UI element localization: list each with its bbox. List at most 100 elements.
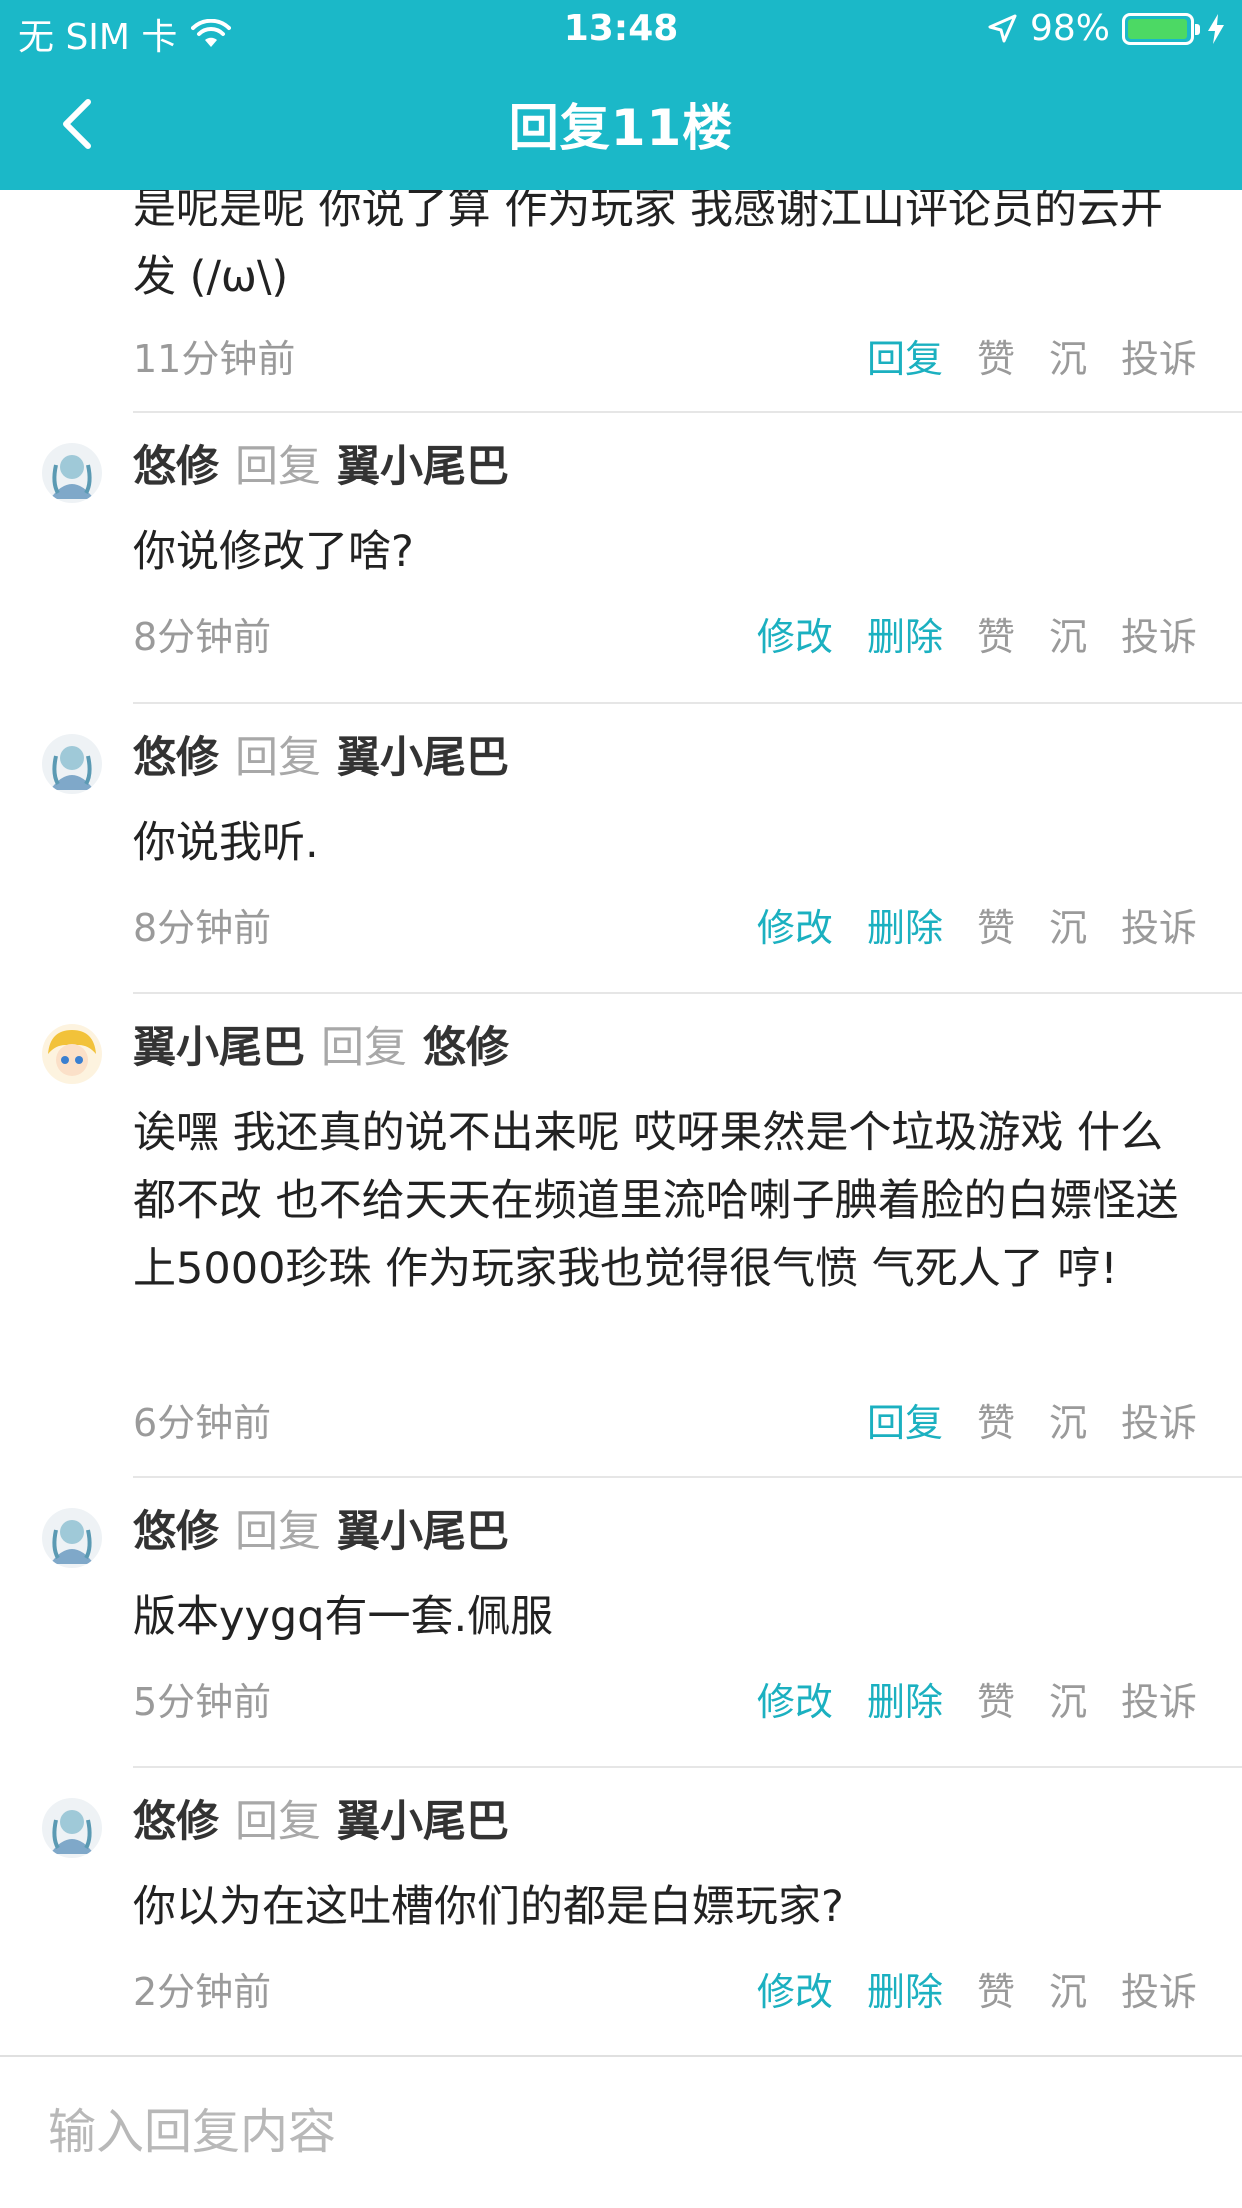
reply-target-name[interactable]: 悠修 bbox=[423, 1013, 509, 1075]
status-bar: 无 SIM 卡 13:48 98% bbox=[0, 0, 1242, 60]
avatar-image bbox=[42, 1798, 102, 1858]
charging-bolt-icon bbox=[1208, 13, 1224, 44]
reply-text: 版本yygq有一套.佩服 bbox=[133, 1592, 554, 1642]
reply-meta: 6分钟前 回复 赞 沉 投诉 bbox=[133, 1389, 1197, 1449]
reply-target-name[interactable]: 翼小尾巴 bbox=[337, 1787, 509, 1849]
page-title: 回复11楼 bbox=[508, 99, 734, 157]
sink-button[interactable]: 沉 bbox=[1049, 328, 1087, 383]
divider bbox=[133, 1766, 1242, 1768]
author-line: 悠修 回复 翼小尾巴 bbox=[133, 1498, 509, 1558]
reply-target-name[interactable]: 翼小尾巴 bbox=[337, 1497, 509, 1559]
report-button[interactable]: 投诉 bbox=[1121, 1961, 1197, 2016]
reply-actions: 回复 赞 沉 投诉 bbox=[867, 1392, 1197, 1447]
author-name[interactable]: 翼小尾巴 bbox=[133, 1013, 305, 1075]
reply-input[interactable] bbox=[48, 2097, 1198, 2167]
delete-button[interactable]: 删除 bbox=[867, 606, 943, 661]
like-button[interactable]: 赞 bbox=[977, 606, 1015, 661]
like-button[interactable]: 赞 bbox=[977, 1392, 1015, 1447]
sink-button[interactable]: 沉 bbox=[1049, 1671, 1087, 1726]
report-button[interactable]: 投诉 bbox=[1121, 1392, 1197, 1447]
author-name[interactable]: 悠修 bbox=[133, 432, 219, 494]
list-item: 是呢是呢 你说了算 作为玩家 我感谢江山评论员的云开发 (/ω\) 11分钟前 … bbox=[0, 190, 1242, 410]
avatar-image bbox=[42, 1024, 102, 1084]
like-button[interactable]: 赞 bbox=[977, 897, 1015, 952]
author-line: 悠修 回复 翼小尾巴 bbox=[133, 1788, 509, 1848]
avatar[interactable] bbox=[42, 1024, 102, 1084]
reply-to-label: 回复 bbox=[235, 442, 321, 492]
report-button[interactable]: 投诉 bbox=[1121, 897, 1197, 952]
avatar[interactable] bbox=[42, 734, 102, 794]
nav-bar: 回复11楼 bbox=[0, 60, 1242, 190]
author-line: 悠修 回复 翼小尾巴 bbox=[133, 433, 509, 493]
status-right: 98% bbox=[986, 8, 1226, 49]
like-button[interactable]: 赞 bbox=[977, 328, 1015, 383]
divider bbox=[133, 702, 1242, 704]
reply-to-label: 回复 bbox=[235, 1797, 321, 1847]
reply-text: 你以为在这吐槽你们的都是白嫖玩家? bbox=[133, 1882, 844, 1932]
report-button[interactable]: 投诉 bbox=[1121, 328, 1197, 383]
delete-button[interactable]: 删除 bbox=[867, 1961, 943, 2016]
battery-level bbox=[1128, 18, 1187, 39]
edit-button[interactable]: 修改 bbox=[757, 1961, 833, 2016]
reply-time: 6分钟前 bbox=[133, 1400, 272, 1445]
divider bbox=[133, 992, 1242, 994]
edit-button[interactable]: 修改 bbox=[757, 606, 833, 661]
author-name[interactable]: 悠修 bbox=[133, 723, 219, 785]
avatar[interactable] bbox=[42, 1798, 102, 1858]
author-line: 悠修 回复 翼小尾巴 bbox=[133, 724, 509, 784]
reply-target-name[interactable]: 翼小尾巴 bbox=[337, 432, 509, 494]
like-button[interactable]: 赞 bbox=[977, 1961, 1015, 2016]
reply-text: 是呢是呢 你说了算 作为玩家 我感谢江山评论员的云开发 (/ω\) bbox=[133, 190, 1164, 302]
reply-to-label: 回复 bbox=[235, 1507, 321, 1557]
reply-button[interactable]: 回复 bbox=[867, 1392, 943, 1447]
battery-percent: 98% bbox=[1029, 8, 1110, 49]
battery-icon bbox=[1122, 12, 1200, 45]
app-header: 无 SIM 卡 13:48 98% 回复11楼 bbox=[0, 0, 1242, 190]
reply-time: 8分钟前 bbox=[133, 905, 272, 950]
author-line: 翼小尾巴 回复 悠修 bbox=[133, 1014, 509, 1074]
reply-to-label: 回复 bbox=[321, 1023, 407, 1073]
reply-time: 2分钟前 bbox=[133, 1969, 272, 2014]
edit-button[interactable]: 修改 bbox=[757, 897, 833, 952]
divider bbox=[133, 1476, 1242, 1478]
reply-list[interactable]: 是呢是呢 你说了算 作为玩家 我感谢江山评论员的云开发 (/ω\) 11分钟前 … bbox=[0, 190, 1242, 2055]
divider bbox=[133, 411, 1242, 413]
avatar-image bbox=[42, 734, 102, 794]
report-button[interactable]: 投诉 bbox=[1121, 1671, 1197, 1726]
like-button[interactable]: 赞 bbox=[977, 1671, 1015, 1726]
author-name[interactable]: 悠修 bbox=[133, 1497, 219, 1559]
reply-button[interactable]: 回复 bbox=[867, 328, 943, 383]
report-button[interactable]: 投诉 bbox=[1121, 606, 1197, 661]
reply-actions: 修改 删除 赞 沉 投诉 bbox=[757, 606, 1197, 661]
reply-actions: 修改 删除 赞 沉 投诉 bbox=[757, 1961, 1197, 2016]
reply-meta: 8分钟前 修改 删除 赞 沉 投诉 bbox=[133, 894, 1197, 954]
avatar[interactable] bbox=[42, 1508, 102, 1568]
reply-meta: 2分钟前 修改 删除 赞 沉 投诉 bbox=[133, 1958, 1197, 2018]
reply-meta: 11分钟前 回复 赞 沉 投诉 bbox=[133, 325, 1197, 385]
reply-target-name[interactable]: 翼小尾巴 bbox=[337, 723, 509, 785]
avatar[interactable] bbox=[42, 443, 102, 503]
reply-time: 8分钟前 bbox=[133, 614, 272, 659]
delete-button[interactable]: 删除 bbox=[867, 1671, 943, 1726]
delete-button[interactable]: 删除 bbox=[867, 897, 943, 952]
reply-to-label: 回复 bbox=[235, 733, 321, 783]
reply-actions: 修改 删除 赞 沉 投诉 bbox=[757, 897, 1197, 952]
avatar-image bbox=[42, 1508, 102, 1568]
reply-meta: 8分钟前 修改 删除 赞 沉 投诉 bbox=[133, 603, 1197, 663]
avatar-image bbox=[42, 443, 102, 503]
sink-button[interactable]: 沉 bbox=[1049, 1392, 1087, 1447]
sink-button[interactable]: 沉 bbox=[1049, 897, 1087, 952]
reply-actions: 修改 删除 赞 沉 投诉 bbox=[757, 1671, 1197, 1726]
reply-actions: 回复 赞 沉 投诉 bbox=[867, 328, 1197, 383]
sink-button[interactable]: 沉 bbox=[1049, 1961, 1087, 2016]
reply-meta: 5分钟前 修改 删除 赞 沉 投诉 bbox=[133, 1668, 1197, 1728]
edit-button[interactable]: 修改 bbox=[757, 1671, 833, 1726]
reply-time: 5分钟前 bbox=[133, 1679, 272, 1724]
reply-time: 11分钟前 bbox=[133, 336, 296, 381]
reply-text: 你说修改了啥? bbox=[133, 527, 414, 577]
reply-input-bar bbox=[0, 2055, 1242, 2208]
reply-text: 诶嘿 我还真的说不出来呢 哎呀果然是个垃圾游戏 什么都不改 也不给天天在频道里流… bbox=[133, 1108, 1179, 1294]
sink-button[interactable]: 沉 bbox=[1049, 606, 1087, 661]
author-name[interactable]: 悠修 bbox=[133, 1787, 219, 1849]
location-arrow-icon bbox=[988, 14, 1017, 42]
